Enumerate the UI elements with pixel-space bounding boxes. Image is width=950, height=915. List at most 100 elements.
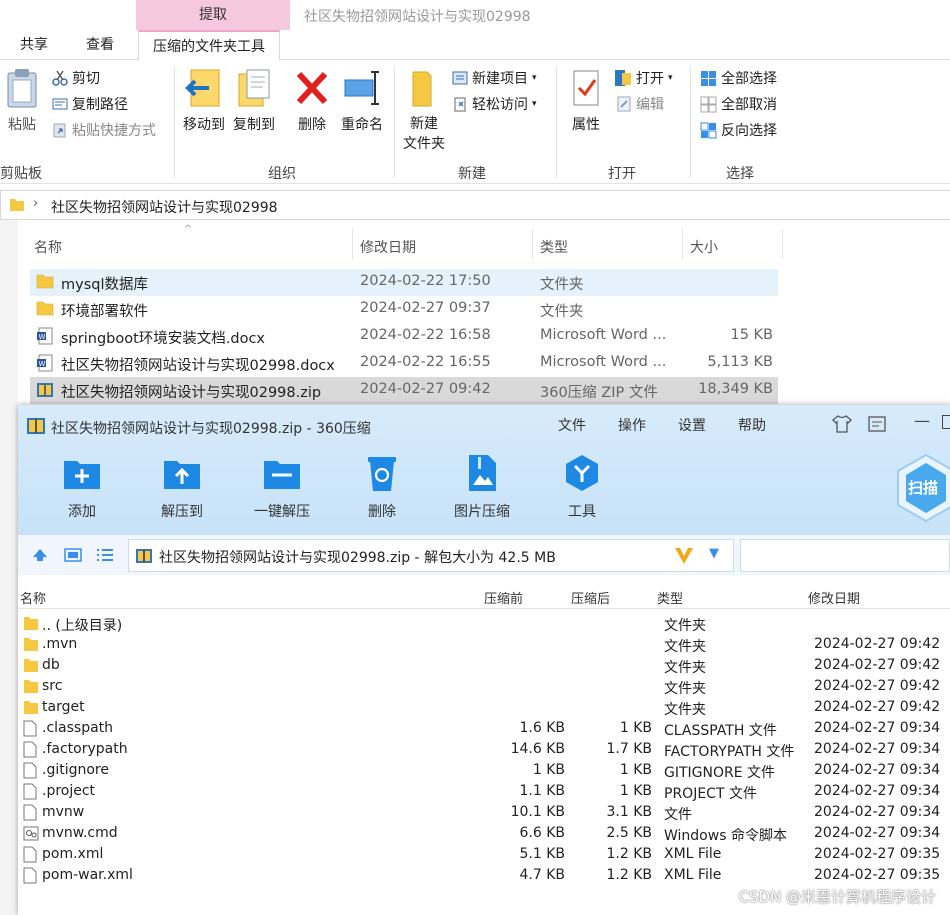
one-click-extract-icon	[264, 461, 300, 489]
scan-button[interactable]: 扫描	[896, 453, 950, 523]
zip-item-name: pom-war.xml	[42, 867, 133, 883]
tab-compressed-folder-tools[interactable]: 压缩的文件夹工具	[138, 30, 280, 61]
properties-button[interactable]: 属性	[566, 68, 606, 134]
menu-operation[interactable]: 操作	[618, 415, 646, 435]
add-button[interactable]: 添加	[42, 453, 122, 521]
folder-icon	[24, 701, 38, 714]
file-row[interactable]: W 社区失物招领网站设计与实现02998.docx 2024-02-22 16:…	[30, 350, 778, 377]
file-row[interactable]: W springboot环境安装文档.docx 2024-02-22 16:58…	[30, 323, 778, 350]
zip-search-input[interactable]	[740, 539, 950, 572]
address-bar[interactable]: › 社区失物招领网站设计与实现02998	[0, 190, 950, 220]
open-button[interactable]: 打开 ▾	[614, 68, 673, 88]
menu-file[interactable]: 文件	[558, 415, 586, 435]
ribbon-tabs: 共享 查看 压缩的文件夹工具	[0, 30, 950, 61]
one-click-extract-label: 一键解压	[254, 504, 310, 520]
file-row[interactable]: 环境部署软件 2024-02-27 09:37 文件夹	[30, 296, 778, 323]
menu-help[interactable]: 帮助	[738, 415, 766, 435]
column-header-size[interactable]: 大小	[690, 237, 718, 257]
paste-button[interactable]: 粘贴	[2, 68, 42, 134]
column-header-name[interactable]: 名称	[34, 237, 62, 257]
select-all-button[interactable]: 全部选择	[700, 68, 777, 88]
image-compress-button[interactable]: 图片压缩	[442, 453, 522, 521]
rename-button[interactable]: 重命名	[338, 68, 386, 134]
zip-delete-button[interactable]: 删除	[342, 453, 422, 521]
scan-label: 扫描	[908, 479, 939, 497]
zip-item-date: 2024-02-27 09:35	[814, 867, 941, 883]
thumbnail-view-icon[interactable]	[64, 547, 82, 563]
copy-to-button[interactable]: 复制到	[230, 68, 278, 134]
file-icon	[23, 762, 37, 779]
csdn-watermark: CSDN @米恩计算机程序设计	[738, 888, 936, 906]
zip-row[interactable]: target 文件夹 2024-02-27 09:42	[18, 698, 950, 719]
zip-row[interactable]: .gitignore 1 KB 1 KB GITIGNORE 文件 2024-0…	[18, 761, 950, 782]
menu-settings[interactable]: 设置	[678, 415, 706, 435]
add-folder-icon	[64, 461, 100, 489]
zip-row[interactable]: .factorypath 14.6 KB 1.7 KB FACTORYPATH …	[18, 740, 950, 761]
invert-selection-button[interactable]: 反向选择	[700, 120, 777, 140]
delete-label: 删除	[298, 117, 326, 133]
zip-column-after[interactable]: 压缩后	[571, 588, 610, 607]
file-row[interactable]: 社区失物招领网站设计与实现02998.zip 2024-02-27 09:42 …	[30, 377, 778, 404]
delete-button[interactable]: 删除	[292, 68, 332, 134]
scissors-icon	[52, 70, 68, 86]
column-header-date[interactable]: 修改日期	[360, 237, 416, 257]
file-name: mysql数据库	[61, 277, 148, 293]
zip-row[interactable]: pom.xml 5.1 KB 1.2 KB XML File 2024-02-2…	[18, 845, 950, 866]
new-item-button[interactable]: 新建项目 ▾	[452, 68, 537, 88]
cut-label: 剪切	[72, 71, 100, 87]
zip-row[interactable]: db 文件夹 2024-02-27 09:42	[18, 656, 950, 677]
zip-item-date: 2024-02-27 09:34	[814, 741, 941, 757]
zip-item-name: .gitignore	[42, 762, 109, 778]
invert-selection-label: 反向选择	[721, 123, 777, 139]
copy-path-button[interactable]: 复制路径	[52, 94, 128, 114]
navigation-pane-edge	[0, 220, 18, 915]
file-row[interactable]: mysql数据库 2024-02-22 17:50 文件夹	[30, 269, 778, 296]
zip-item-before: 4.7 KB	[519, 867, 566, 883]
paste-shortcut-button[interactable]: 粘贴快捷方式	[52, 120, 156, 140]
tab-view[interactable]: 查看	[72, 30, 128, 60]
up-arrow-icon[interactable]	[32, 548, 48, 562]
path-dropdown-icon[interactable]: ▼	[709, 546, 719, 561]
window-title: 社区失物招领网站设计与实现02998	[304, 9, 531, 25]
one-click-extract-button[interactable]: 一键解压	[242, 453, 322, 521]
extract-to-button[interactable]: 解压到	[142, 453, 222, 521]
skin-shirt-icon[interactable]	[832, 415, 852, 433]
cut-button[interactable]: 剪切	[52, 68, 100, 88]
list-view-icon[interactable]	[96, 547, 114, 563]
file-type: Microsoft Word ...	[540, 354, 667, 370]
ribbon-separator	[394, 66, 395, 178]
zip-row[interactable]: src 文件夹 2024-02-27 09:42	[18, 677, 950, 698]
zip-column-name[interactable]: 名称	[20, 588, 46, 607]
folder-icon	[24, 659, 38, 672]
zip-list-header: 名称 压缩前 压缩后 类型 修改日期	[18, 583, 950, 609]
easy-access-button[interactable]: 轻松访问 ▾	[452, 94, 537, 114]
zip-column-date[interactable]: 修改日期	[808, 588, 860, 607]
extract-context-tab[interactable]: 提取	[136, 0, 290, 30]
folder-icon	[24, 617, 38, 630]
feedback-icon[interactable]	[868, 416, 886, 432]
zip-column-before[interactable]: 压缩前	[484, 588, 523, 607]
move-to-button[interactable]: 移动到	[180, 68, 228, 134]
zip-column-type[interactable]: 类型	[657, 588, 683, 607]
zip-row[interactable]: .project 1.1 KB 1 KB PROJECT 文件 2024-02-…	[18, 782, 950, 803]
tab-share[interactable]: 共享	[6, 30, 62, 60]
file-name: springboot环境安装文档.docx	[61, 331, 266, 347]
zip-row[interactable]: mvnw.cmd 6.6 KB 2.5 KB Windows 命令脚本 2024…	[18, 824, 950, 845]
zip-row[interactable]: .mvn 文件夹 2024-02-27 09:42	[18, 635, 950, 656]
zip-row[interactable]: .classpath 1.6 KB 1 KB CLASSPATH 文件 2024…	[18, 719, 950, 740]
maximize-icon[interactable]	[942, 415, 950, 429]
zip-item-type: 文件	[664, 807, 692, 823]
breadcrumb-current-folder[interactable]: 社区失物招领网站设计与实现02998	[51, 197, 278, 217]
zip-row[interactable]: .. (上级目录) 文件夹	[18, 614, 950, 635]
new-folder-button[interactable]: 新建 文件夹	[400, 68, 448, 154]
minimize-icon[interactable]: —	[914, 411, 930, 430]
tools-button[interactable]: 工具	[542, 453, 622, 521]
zip-item-after: 1.2 KB	[606, 846, 653, 862]
select-none-button[interactable]: 全部取消	[700, 94, 777, 114]
edit-button[interactable]: 编辑	[616, 94, 664, 114]
zip-row[interactable]: pom-war.xml 4.7 KB 1.2 KB XML File 2024-…	[18, 866, 950, 887]
zip-path-bar[interactable]: 社区失物招领网站设计与实现02998.zip - 解包大小为 42.5 MB ▼	[128, 539, 734, 572]
zip-row[interactable]: mvnw 10.1 KB 3.1 KB 文件 2024-02-27 09:34	[18, 803, 950, 824]
sort-up-icon: ^	[184, 224, 193, 235]
column-header-type[interactable]: 类型	[540, 237, 568, 257]
